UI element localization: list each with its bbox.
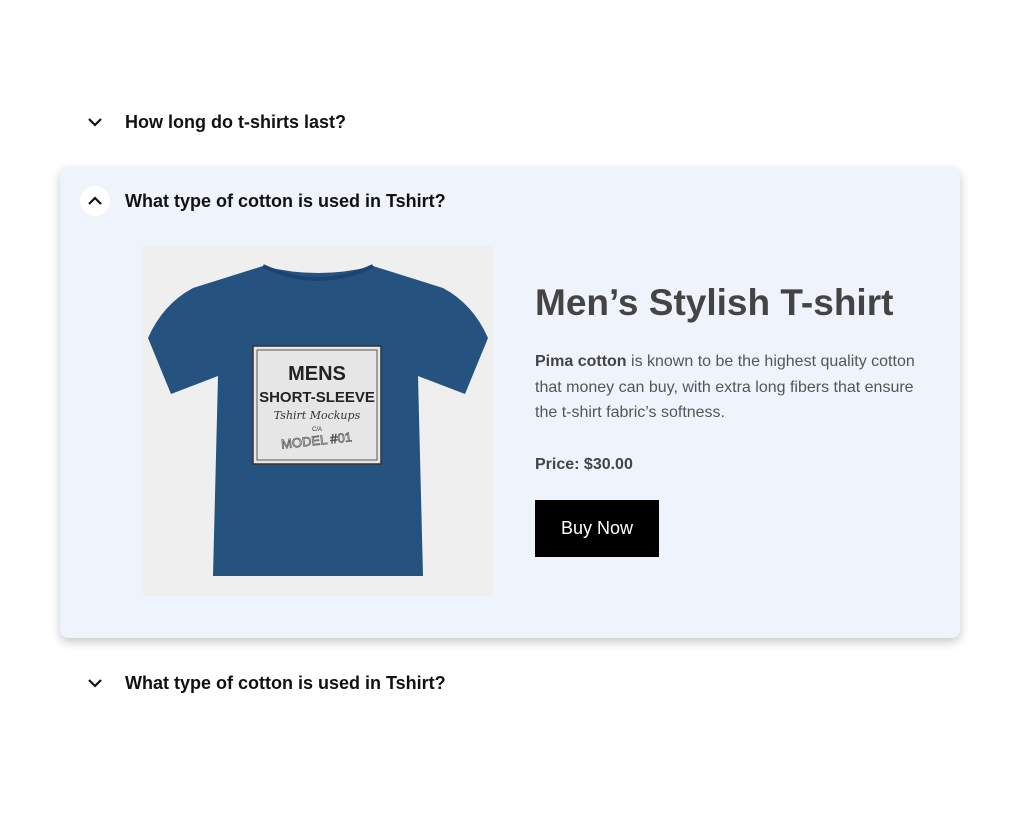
faq-question-header[interactable]: What type of cotton is used in Tshirt?	[60, 181, 960, 221]
chevron-down-icon[interactable]	[80, 107, 110, 137]
label-line: MENS	[288, 363, 346, 385]
buy-now-button[interactable]: Buy Now	[535, 499, 659, 557]
product-info: Men’s Stylish T-shirt Pima cotton is kno…	[535, 282, 925, 557]
faq-question: What type of cotton is used in Tshirt?	[125, 190, 446, 211]
tshirt-product-image: MENS SHORT-SLEEVE Tshirt Mockups C/A MOD…	[143, 246, 493, 596]
label-line: SHORT-SLEEVE	[259, 389, 375, 406]
faq-question: How long do t-shirts last?	[125, 111, 346, 132]
product-description: Pima cotton is known to be the highest q…	[535, 349, 925, 426]
faq-question-header[interactable]: How long do t-shirts last?	[60, 102, 960, 142]
faq-answer-panel: MENS SHORT-SLEEVE Tshirt Mockups C/A MOD…	[143, 246, 933, 596]
faq-item-expanded: What type of cotton is used in Tshirt? M…	[60, 167, 960, 638]
faq-question: What type of cotton is used in Tshirt?	[125, 672, 446, 693]
chevron-up-icon[interactable]	[80, 186, 110, 216]
label-line: Tshirt Mockups	[274, 409, 361, 422]
faq-question-header[interactable]: What type of cotton is used in Tshirt?	[60, 663, 960, 703]
chevron-down-icon[interactable]	[80, 668, 110, 698]
product-price: Price: $30.00	[535, 455, 633, 473]
product-title: Men’s Stylish T-shirt	[535, 282, 894, 323]
faq-item: How long do t-shirts last?	[60, 102, 960, 142]
description-bold: Pima cotton	[535, 353, 627, 370]
faq-item: What type of cotton is used in Tshirt?	[60, 663, 960, 703]
